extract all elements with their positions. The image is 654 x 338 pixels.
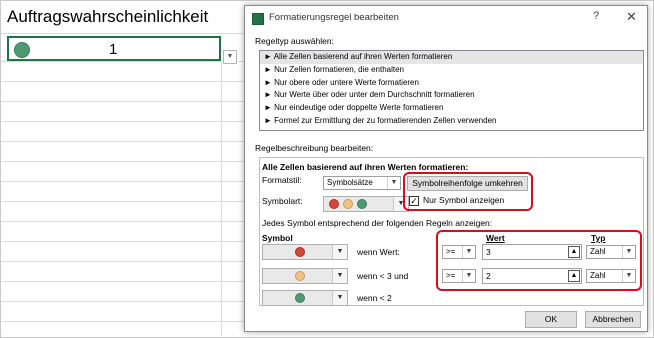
value-2: 2 [486,271,491,281]
format-style-label: Formatstil: [262,175,302,185]
dropdown-arrow-icon: ▼ [332,269,347,283]
excel-icon [252,13,264,25]
cancel-button[interactable]: Abbrechen [585,311,641,328]
type-combo-2[interactable]: Zahl ▼ [586,269,636,283]
operator-value-1: >= [446,247,456,256]
grid-line [1,281,251,282]
reverse-icon-order-button[interactable]: Symbolreihenfolge umkehren [407,176,528,191]
close-button[interactable]: ✕ [626,9,637,25]
dropdown-arrow-icon[interactable]: ▼ [223,50,237,64]
grid-line [1,161,251,162]
column-symbol: Symbol [262,233,293,243]
grid-line [1,321,251,322]
condition-3: wenn < 2 [357,293,392,303]
show-icon-only-label: Nur Symbol anzeigen [423,195,505,205]
dialog-title: Formatierungsregel bearbeiten [269,12,399,23]
symbol-combo-3[interactable]: ▼ [262,290,348,306]
show-icon-only-checkbox[interactable]: ✓ [409,196,419,206]
value-field-2[interactable]: 2 [482,268,582,284]
spreadsheet: Auftragswahrscheinlichkeit 1 ▼ [1,1,251,336]
symbol-combo-2[interactable]: ▼ [262,268,348,284]
grid-line [1,121,251,122]
grid-line [1,141,251,142]
rule-type-item[interactable]: ► Formel zur Ermittlung der zu formatier… [260,115,643,128]
dropdown-arrow-icon: ▼ [387,177,400,189]
value-1: 3 [486,247,491,257]
rule-type-item[interactable]: ► Alle Zellen basierend auf ihren Werten… [260,51,643,64]
grid-line [1,241,251,242]
dropdown-arrow-icon: ▼ [462,246,475,258]
yellow-circle-icon [343,199,353,209]
type-combo-1[interactable]: Zahl ▼ [586,245,636,259]
value-field-1[interactable]: 3 [482,244,582,260]
yellow-circle-icon [295,271,305,281]
icon-style-combo[interactable]: ▼ [323,196,409,212]
dropdown-arrow-icon: ▼ [622,246,635,258]
operator-combo-2[interactable]: >= ▼ [442,269,476,283]
dropdown-arrow-icon: ▼ [462,270,475,282]
dialog-titlebar: Formatierungsregel bearbeiten ? ✕ [245,6,647,30]
grid-line [1,181,251,182]
red-circle-icon [329,199,339,209]
grid-line [1,221,251,222]
format-style-combo[interactable]: Symbolsätze ▼ [323,176,401,190]
edit-formatting-rule-dialog: Formatierungsregel bearbeiten ? ✕ Regelt… [244,5,648,332]
grid-line [1,201,251,202]
rule-description-box: Alle Zellen basierend auf ihren Werten f… [259,157,644,306]
cell-title[interactable]: Auftragswahrscheinlichkeit [7,7,208,27]
dropdown-arrow-icon: ▼ [332,245,347,259]
type-value-1: Zahl [590,247,606,256]
dropdown-arrow-icon: ▼ [622,270,635,282]
rule-description-label: Regelbeschreibung bearbeiten: [255,143,374,153]
red-circle-icon [295,247,305,257]
dropdown-arrow-icon: ▼ [332,291,347,305]
green-circle-icon [295,293,305,303]
rule-type-label: Regeltyp auswählen: [255,36,334,46]
green-circle-icon [357,199,367,209]
help-button[interactable]: ? [593,10,599,22]
description-heading: Alle Zellen basierend auf ihren Werten f… [262,162,469,172]
operator-value-2: >= [446,271,456,280]
symbol-combo-1[interactable]: ▼ [262,244,348,260]
rule-type-list[interactable]: ► Alle Zellen basierend auf ihren Werten… [259,50,644,131]
ok-button[interactable]: OK [525,311,577,328]
grid-line [1,33,251,34]
condition-2: wenn < 3 und [357,271,409,281]
spin-icon[interactable]: ▲ [568,270,580,282]
rule-type-item[interactable]: ► Nur obere oder untere Werte formatiere… [260,77,643,90]
green-circle-icon [14,42,30,58]
selected-cell[interactable]: 1 [7,36,221,61]
type-value-2: Zahl [590,271,606,280]
cell-value: 1 [109,41,118,58]
rule-type-item[interactable]: ► Nur eindeutige oder doppelte Werte for… [260,102,643,115]
grid-line [1,101,251,102]
spin-icon[interactable]: ▲ [568,246,580,258]
grid-line [221,61,222,336]
rules-heading: Jedes Symbol entsprechend der folgenden … [262,218,493,228]
condition-1: wenn Wert: [357,247,400,257]
operator-combo-1[interactable]: >= ▼ [442,245,476,259]
grid-line [1,301,251,302]
grid-line [1,61,251,62]
rule-type-item[interactable]: ► Nur Werte über oder unter dem Durchsch… [260,89,643,102]
format-style-value: Symbolsätze [327,178,373,187]
icon-style-label: Symbolart: [262,196,303,206]
grid-line [1,81,251,82]
grid-line [1,261,251,262]
rule-type-item[interactable]: ► Nur Zellen formatieren, die enthalten [260,64,643,77]
